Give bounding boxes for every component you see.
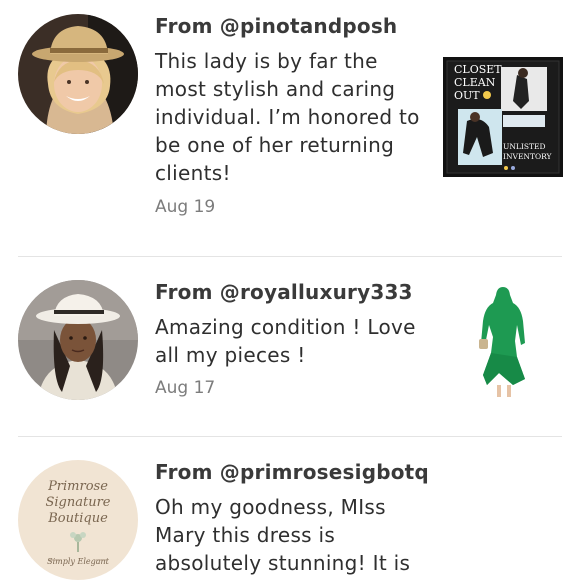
emoji-icon: [483, 91, 491, 99]
review-from[interactable]: From @pinotandposh: [155, 14, 397, 38]
review-message: This lady is by far the most stylish and…: [155, 49, 420, 185]
review-date: Aug 17: [155, 378, 216, 398]
listing-thumbnail[interactable]: [443, 281, 563, 401]
bag-icon: [479, 339, 488, 349]
sparkle-icon: [504, 166, 508, 170]
review-date: Aug 19: [155, 197, 216, 217]
review-message: Oh my goodness, MIss Mary this dress is …: [155, 495, 411, 575]
from-prefix: From: [155, 14, 220, 38]
reviewer-handle[interactable]: @primrosesigbotq: [220, 460, 429, 484]
review-item: From @pinotandposh This lady is by far t…: [0, 0, 580, 256]
listing-title-line: CLEAN: [454, 76, 496, 89]
reviewer-handle[interactable]: @royalluxury333: [220, 280, 413, 304]
review-message: Amazing condition ! Love all my pieces !: [155, 315, 416, 367]
from-prefix: From: [155, 460, 220, 484]
reviewer-handle[interactable]: @pinotandposh: [220, 14, 398, 38]
logo-tagline: Simply Elegant: [47, 557, 110, 566]
listing-title-line: OUT: [454, 89, 480, 102]
reviewer-avatar[interactable]: [18, 280, 138, 400]
logo-line: Primrose: [47, 479, 108, 494]
listing-sub-line: UNLISTED: [503, 142, 545, 151]
listing-sub-line: INVENTORY: [503, 152, 553, 161]
sparkle-icon: [511, 166, 515, 170]
review-from[interactable]: From @royalluxury333: [155, 280, 413, 304]
reviews-feed: From @pinotandposh This lady is by far t…: [0, 0, 580, 580]
review-item: Primrose Signature Boutique Simply Elega…: [0, 436, 580, 580]
logo-line: Signature: [45, 495, 110, 510]
from-prefix: From: [155, 280, 220, 304]
review-from[interactable]: From @primrosesigbotq: [155, 460, 429, 484]
listing-thumbnail[interactable]: CLOSET CLEAN OUT UNLISTED INVENTORY: [443, 57, 563, 177]
review-item: From @royalluxury333 Amazing condition !…: [0, 256, 580, 436]
logo-line: Boutique: [47, 511, 108, 526]
listing-title-line: CLOSET: [454, 63, 502, 76]
reviewer-avatar[interactable]: [18, 14, 138, 134]
reviewer-avatar[interactable]: Primrose Signature Boutique Simply Elega…: [18, 460, 138, 580]
